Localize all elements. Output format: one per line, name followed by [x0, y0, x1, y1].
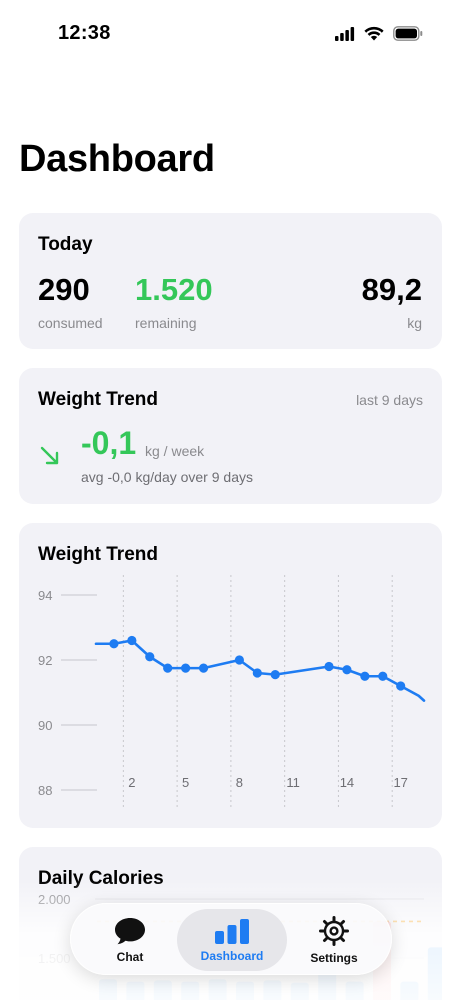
weight-trend-summary-title: Weight Trend	[38, 389, 158, 410]
weight-data-point	[378, 671, 388, 681]
remaining-label: remaining	[135, 315, 197, 331]
x-tick-label: 11	[286, 775, 300, 790]
weight-data-point	[145, 652, 155, 662]
x-tick-label: 5	[182, 775, 189, 790]
y-tick-label: 92	[38, 653, 52, 668]
weight-data-point	[181, 663, 191, 673]
weight-data-point	[198, 663, 209, 673]
arrow-down-right-icon	[40, 446, 59, 465]
weight-data-point	[234, 655, 244, 665]
weight-data-point	[396, 681, 406, 691]
current-weight-value: 89,2	[361, 272, 422, 307]
page-title: Dashboard	[19, 138, 215, 180]
y-tick-label: 90	[38, 718, 52, 733]
weight-trend-period: last 9 days	[356, 392, 423, 408]
status-bar: 12:38	[0, 0, 461, 64]
cellular-signal-icon	[335, 26, 355, 41]
weight-data-point	[270, 670, 280, 680]
bar-chart-icon	[215, 918, 249, 944]
weight-data-point	[163, 663, 173, 673]
chat-bubble-icon	[115, 917, 145, 944]
tab-dashboard-label: Dashboard	[200, 948, 264, 963]
tab-settings-label: Settings	[310, 950, 358, 965]
consumed-label: consumed	[38, 315, 103, 331]
weight-trend-average: avg -0,0 kg/day over 9 days	[81, 469, 253, 485]
gear-icon	[319, 915, 349, 946]
tab-chat-label: Chat	[116, 949, 144, 964]
tab-dashboard[interactable]: Dashboard	[177, 909, 287, 971]
x-tick-label: 8	[236, 775, 243, 790]
battery-icon	[393, 26, 423, 41]
today-card-title: Today	[38, 234, 93, 255]
weight-data-point	[109, 639, 119, 649]
consumed-value: 290	[38, 272, 90, 307]
weight-chart-card: Weight Trend 88 90 92 94 2 5 8 11 14 17	[19, 523, 442, 828]
tab-settings[interactable]: Settings	[287, 904, 381, 976]
status-time: 12:38	[58, 22, 111, 44]
weight-trend-summary-card: Weight Trend last 9 days -0,1 kg / week …	[19, 368, 442, 504]
weight-data-point	[342, 665, 352, 675]
tab-chat[interactable]: Chat	[83, 904, 177, 976]
weight-data-point	[360, 671, 370, 681]
remaining-value: 1.520	[135, 272, 213, 307]
current-weight-unit: kg	[407, 315, 422, 331]
tab-bar: Chat Dashboard Settings	[70, 903, 392, 975]
weight-data-point	[324, 661, 334, 672]
y-tick-label: 94	[38, 588, 52, 603]
weight-data-point	[252, 668, 262, 678]
y-tick-label: 88	[38, 783, 52, 798]
x-tick-label: 17	[393, 775, 407, 790]
weight-data-point	[127, 635, 137, 646]
weight-trend-rate-unit: kg / week	[145, 443, 205, 459]
x-tick-label: 2	[128, 775, 135, 790]
weight-line-chart: 88 90 92 94 2 5 8 11 14 17	[38, 575, 426, 808]
weight-trend-rate-value: -0,1	[81, 425, 137, 461]
x-tick-label: 14	[340, 775, 354, 790]
wifi-icon	[364, 26, 384, 41]
status-icons	[335, 26, 423, 41]
